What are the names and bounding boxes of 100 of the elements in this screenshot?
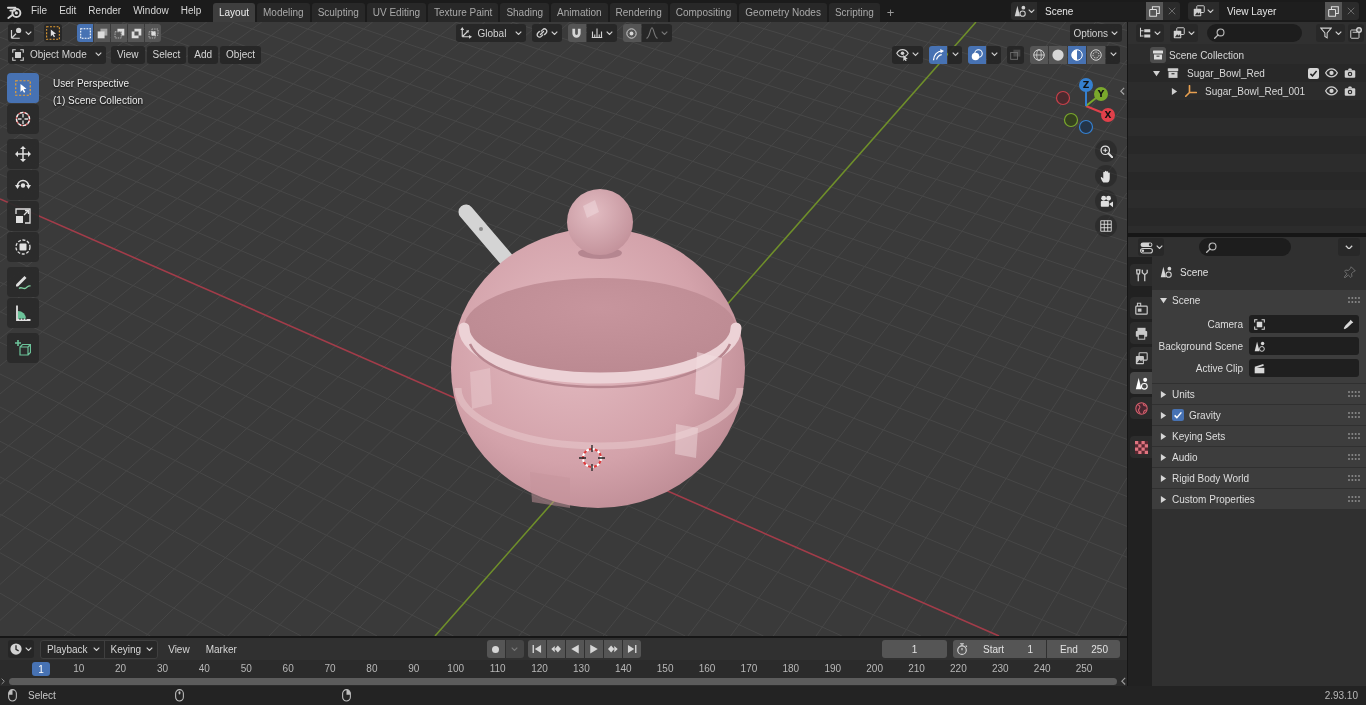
menu-dropdown[interactable]: Playback [41,640,104,658]
menu-item[interactable]: Window [127,2,175,20]
workspace-tab[interactable]: Rendering [609,3,668,22]
menu-item[interactable]: Select [146,45,187,64]
filter-dropdown[interactable] [1316,24,1345,42]
chevron-right-icon[interactable] [1,678,5,685]
menu-item[interactable]: Edit [53,2,83,20]
panel-header[interactable]: Rigid Body World [1152,468,1366,488]
drag-handle-icon[interactable] [1348,454,1360,460]
menu-item[interactable]: Marker [199,643,243,655]
options-dropdown[interactable]: Options [1069,24,1122,42]
menu-item[interactable]: Render [82,2,128,20]
scene-picker-field[interactable] [1249,337,1359,355]
tool-button[interactable] [7,139,39,169]
selection-mode-button[interactable] [128,24,144,42]
camera-icon[interactable] [1344,67,1356,79]
menu-item[interactable]: Add [188,45,219,64]
active-tool-button[interactable] [44,24,62,42]
eyedropper-icon[interactable] [1343,318,1354,330]
search-field[interactable] [1199,238,1291,256]
selection-mode-button[interactable] [94,24,110,42]
editor-type-dropdown[interactable] [1138,238,1164,256]
drag-handle-icon[interactable] [1348,412,1360,418]
playhead[interactable]: 1 [32,662,50,676]
shading-mode-button[interactable] [1068,45,1086,64]
selection-mode-button[interactable] [77,24,93,42]
panel-header[interactable]: Units [1152,384,1366,404]
drag-handle-icon[interactable] [1348,297,1360,303]
transform-orientation-dropdown[interactable]: Global [455,24,526,42]
properties-tab[interactable] [1130,347,1152,369]
properties-tab[interactable] [1130,297,1152,319]
menu-item[interactable]: View [111,45,145,64]
zoom-button[interactable] [1095,140,1117,162]
drag-handle-icon[interactable] [1348,433,1360,439]
mode-dropdown[interactable]: Object Mode [8,45,106,64]
perspective-toggle-button[interactable] [1095,215,1117,237]
view-layer-browse-dropdown[interactable] [1188,2,1219,20]
outliner-item-name[interactable]: Scene Collection [1169,49,1245,61]
menu-item[interactable]: View [162,643,196,655]
negative-z-handle-icon[interactable] [1078,119,1094,135]
options-dropdown[interactable] [1338,238,1360,256]
jump-to-start-button[interactable] [527,640,546,658]
xray-toggle-button[interactable] [1007,45,1024,64]
triangle-down-icon[interactable] [1153,69,1160,77]
gizmo-options-dropdown[interactable] [948,45,962,64]
snap-toggle-button[interactable] [567,24,586,42]
outliner-item-name[interactable]: Sugar_Bowl_Red_001 [1205,85,1306,97]
tool-button[interactable] [7,267,39,297]
overlay-options-dropdown[interactable] [987,45,1001,64]
panel-header[interactable]: Custom Properties [1152,489,1366,509]
panel-header[interactable]: Audio [1152,447,1366,467]
drag-handle-icon[interactable] [1348,475,1360,481]
new-scene-button[interactable] [1146,2,1163,20]
checkbox-checked-icon[interactable] [1172,409,1184,421]
scene-browse-dropdown[interactable] [1011,2,1037,20]
properties-tab[interactable] [1130,322,1152,344]
display-mode-dropdown[interactable] [1136,24,1164,42]
triangle-right-icon[interactable] [1171,87,1178,95]
tool-button[interactable] [7,170,39,200]
camera-icon[interactable] [1344,85,1356,97]
editor-type-dropdown[interactable] [8,24,34,42]
3d-viewport[interactable]: Global Options Object Mode View Select Add Object User Perspective (1) Scene Collection X Y Z [0,22,1127,636]
shading-mode-button[interactable] [1030,45,1048,64]
camera-view-button[interactable] [1095,190,1117,212]
tool-button[interactable] [7,232,39,262]
selection-mode-button[interactable] [111,24,127,42]
snap-target-dropdown[interactable] [586,24,617,42]
properties-tab[interactable] [1130,436,1152,458]
workspace-tab[interactable]: Sculpting [311,3,365,22]
workspace-tab[interactable]: UV Editing [366,3,426,22]
proportional-editing-button[interactable] [622,24,641,42]
menu-item[interactable]: Help [174,2,208,20]
gizmo-x-axis-handle[interactable]: X [1085,105,1115,122]
chevron-left-icon[interactable] [1120,87,1125,96]
chevron-left-icon[interactable] [1121,677,1126,686]
overlay-toggle-button[interactable] [968,45,986,64]
selectability-visibility-dropdown[interactable] [892,45,923,64]
menu-item[interactable]: Object [220,45,261,64]
auto-keying-button[interactable] [486,640,505,658]
tool-button[interactable] [7,333,39,363]
workspace-tab[interactable]: Animation [551,3,608,22]
previous-keyframe-button[interactable] [546,640,565,658]
workspace-tab[interactable]: Texture Paint [428,3,499,22]
workspace-tab[interactable]: Compositing [669,3,738,22]
start-frame-field[interactable]: Start 1 [970,640,1046,658]
clip-picker-field[interactable] [1249,359,1359,377]
eye-icon[interactable] [1325,86,1338,96]
selection-mode-button[interactable] [145,24,161,42]
add-workspace-button[interactable]: + [881,3,900,22]
properties-tab[interactable] [1130,372,1152,394]
eye-icon[interactable] [1325,68,1338,78]
tool-button[interactable] [7,201,39,231]
workspace-tab[interactable]: Shading [500,3,550,22]
object-picker-field[interactable] [1249,315,1359,333]
tool-button[interactable] [7,104,39,134]
shading-mode-button[interactable] [1087,45,1105,64]
shading-options-dropdown[interactable] [1106,45,1120,64]
next-keyframe-button[interactable] [603,640,622,658]
tool-button[interactable] [7,298,39,328]
new-view-layer-button[interactable] [1325,2,1342,20]
